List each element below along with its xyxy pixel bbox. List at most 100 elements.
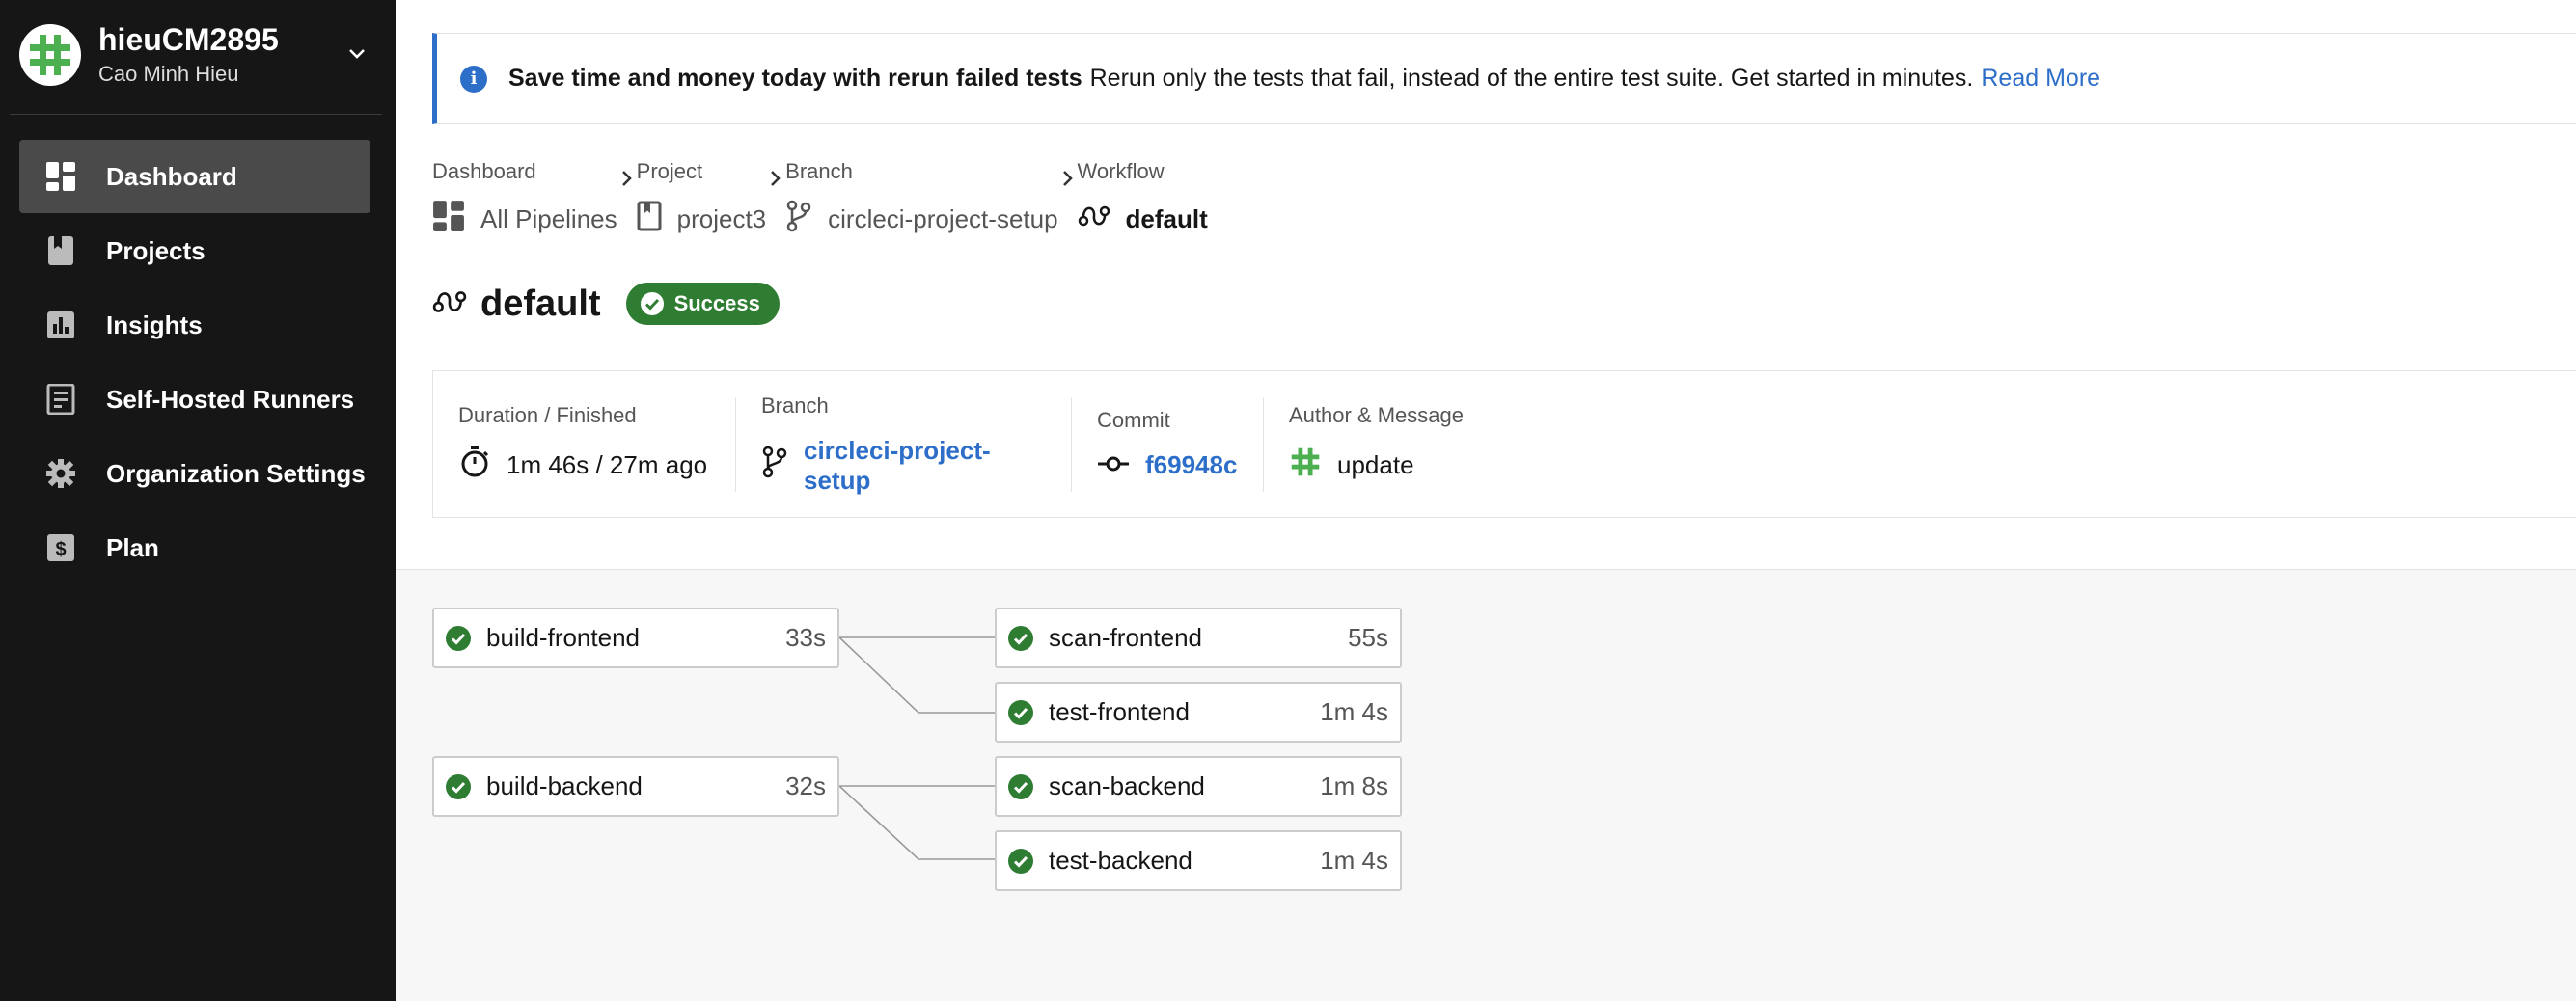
breadcrumb-caption: Project — [636, 159, 703, 183]
check-circle-icon — [1008, 625, 1033, 651]
check-circle-icon — [1008, 848, 1033, 874]
info-icon: i — [460, 65, 487, 93]
check-circle-icon — [1008, 773, 1033, 799]
job-duration: 55s — [1348, 623, 1388, 652]
job-name: scan-backend — [1049, 771, 1205, 800]
page-title: default — [480, 283, 601, 324]
banner-text: Rerun only the tests that fail, instead … — [1089, 65, 1974, 92]
breadcrumb-value: All Pipelines — [480, 203, 617, 233]
job-test-backend[interactable]: test-backend 1m 4s — [995, 830, 1402, 891]
breadcrumb-value: default — [1125, 203, 1208, 233]
projects-icon — [44, 234, 77, 267]
commit-link[interactable]: f69948c — [1145, 450, 1237, 480]
author-cell: Author & Message update — [1264, 397, 1495, 492]
plan-icon: $ — [44, 531, 77, 564]
author-caption: Author & Message — [1289, 403, 1464, 427]
bookmark-icon — [637, 201, 677, 238]
breadcrumb-value: circleci-project-setup — [828, 203, 1058, 233]
workflow-header: default Success — [432, 280, 780, 328]
insights-icon — [44, 309, 77, 341]
job-duration: 1m 4s — [1320, 697, 1388, 726]
sidebar-item-label: Organization Settings — [106, 458, 366, 488]
job-name: test-frontend — [1049, 697, 1190, 726]
job-name: build-backend — [486, 771, 643, 800]
check-circle-icon — [446, 773, 471, 799]
sidebar-item-projects[interactable]: Projects — [19, 214, 370, 287]
sidebar-item-plan[interactable]: $ Plan — [19, 511, 370, 584]
workflow-icon — [1078, 202, 1126, 237]
sidebar-item-self-hosted-runners[interactable]: Self-Hosted Runners — [19, 363, 370, 436]
branch-cell: Branch circleci-project-setup — [736, 393, 1072, 495]
chevron-right-icon — [1058, 159, 1078, 246]
branch-icon — [785, 200, 828, 239]
sidebar-item-label: Plan — [106, 532, 159, 562]
branch-caption: Branch — [761, 392, 829, 418]
job-duration: 32s — [785, 771, 826, 800]
breadcrumb: Dashboard All Pipelines Project project3… — [432, 159, 1208, 246]
duration-caption: Duration / Finished — [458, 403, 637, 427]
job-build-frontend[interactable]: build-frontend 33s — [432, 608, 839, 668]
job-duration: 33s — [785, 623, 826, 652]
chevron-down-icon[interactable] — [345, 42, 369, 70]
timer-icon — [458, 446, 507, 485]
rerun-banner: i Save time and money today with rerun f… — [432, 33, 2576, 124]
sidebar: hieuCM2895 Cao Minh Hieu Dashboard Proje… — [0, 0, 396, 1001]
pipelines-icon — [432, 200, 480, 239]
job-scan-frontend[interactable]: scan-frontend 55s — [995, 608, 1402, 668]
sidebar-divider — [10, 114, 382, 115]
author-avatar — [1289, 446, 1337, 485]
check-circle-icon — [446, 625, 471, 651]
commit-caption: Commit — [1097, 408, 1170, 432]
sidebar-item-label: Self-Hosted Runners — [106, 384, 355, 414]
read-more-link[interactable]: Read More — [1981, 65, 2100, 93]
runners-icon — [44, 383, 77, 416]
commit-icon — [1097, 450, 1145, 480]
dashboard-icon — [44, 160, 77, 193]
status-badge: Success — [625, 283, 780, 325]
job-duration: 1m 8s — [1320, 771, 1388, 800]
job-duration: 1m 4s — [1320, 846, 1388, 875]
chevron-right-icon — [766, 159, 785, 246]
job-build-backend[interactable]: build-backend 32s — [432, 756, 839, 817]
gear-icon — [44, 457, 77, 490]
breadcrumb-caption: Dashboard — [432, 159, 536, 183]
job-name: build-frontend — [486, 623, 640, 652]
job-name: test-backend — [1049, 846, 1192, 875]
org-avatar — [19, 24, 81, 86]
breadcrumb-branch[interactable]: Branch circleci-project-setup — [785, 159, 1057, 246]
check-circle-icon — [640, 292, 664, 315]
svg-text:$: $ — [55, 539, 66, 560]
duration-value: 1m 46s / 27m ago — [507, 450, 708, 479]
workflow-icon — [432, 286, 467, 322]
sidebar-item-label: Dashboard — [106, 161, 237, 191]
org-switcher[interactable]: hieuCM2895 Cao Minh Hieu — [19, 21, 386, 89]
sidebar-item-label: Insights — [106, 310, 203, 339]
chevron-right-icon — [617, 159, 637, 246]
breadcrumb-caption: Workflow — [1077, 159, 1165, 183]
duration-cell: Duration / Finished 1m 46s / 27m ago — [433, 396, 736, 492]
sidebar-item-organization-settings[interactable]: Organization Settings — [19, 437, 370, 510]
branch-icon — [761, 446, 804, 485]
workflow-graph: build-frontend 33s scan-frontend 55s tes… — [396, 569, 2576, 1001]
sidebar-nav: Dashboard Projects Insights Self-Hosted … — [19, 140, 370, 585]
main-content: i Save time and money today with rerun f… — [396, 0, 2576, 1001]
workflow-info-card: Duration / Finished 1m 46s / 27m ago Bra… — [432, 370, 2576, 518]
branch-link[interactable]: circleci-project-setup — [804, 436, 1046, 496]
sidebar-item-label: Projects — [106, 235, 206, 265]
job-test-frontend[interactable]: test-frontend 1m 4s — [995, 682, 1402, 743]
breadcrumb-dashboard[interactable]: Dashboard All Pipelines — [432, 159, 617, 246]
breadcrumb-project[interactable]: Project project3 — [637, 159, 767, 246]
breadcrumb-workflow[interactable]: Workflow default — [1078, 159, 1208, 246]
commit-message: update — [1337, 450, 1414, 479]
commit-cell: Commit f69948c — [1072, 396, 1264, 492]
sidebar-item-insights[interactable]: Insights — [19, 288, 370, 362]
status-text: Success — [673, 291, 760, 315]
sidebar-item-dashboard[interactable]: Dashboard — [19, 140, 370, 213]
org-user: Cao Minh Hieu — [98, 62, 239, 86]
banner-title: Save time and money today with rerun fai… — [508, 65, 1082, 92]
job-scan-backend[interactable]: scan-backend 1m 8s — [995, 756, 1402, 817]
check-circle-icon — [1008, 699, 1033, 725]
breadcrumb-value: project3 — [676, 203, 767, 233]
job-name: scan-frontend — [1049, 623, 1202, 652]
org-name: hieuCM2895 — [98, 22, 279, 57]
